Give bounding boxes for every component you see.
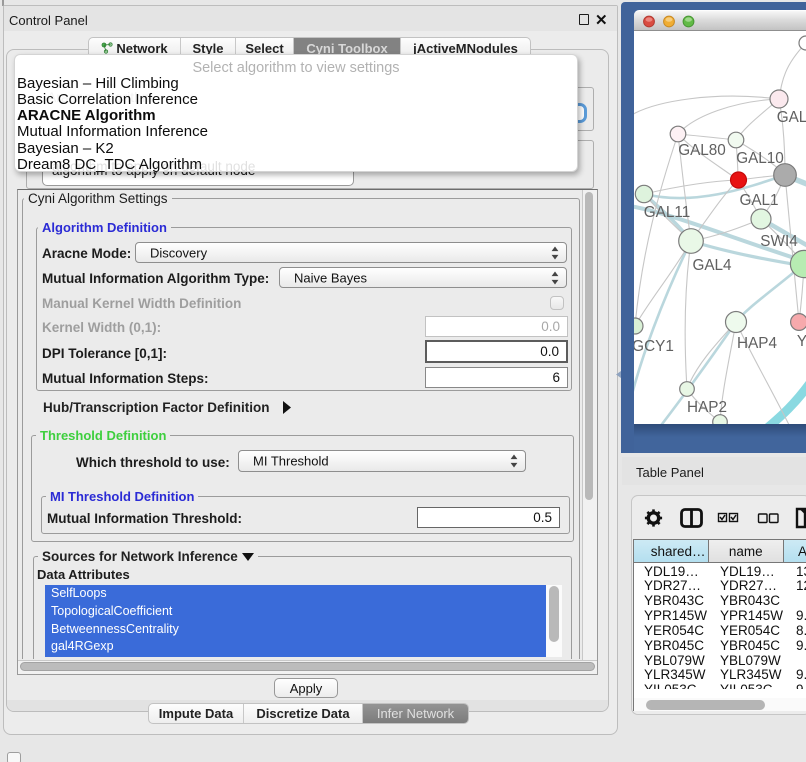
svg-text:HAP4: HAP4 xyxy=(737,335,777,352)
svg-text:GAL80: GAL80 xyxy=(678,142,726,159)
svg-text:GAL1: GAL1 xyxy=(739,192,778,209)
svg-text:GAL4: GAL4 xyxy=(692,257,732,274)
svg-text:SWI4: SWI4 xyxy=(760,233,798,250)
svg-text:Y: Y xyxy=(797,333,806,350)
svg-text:GAL: GAL xyxy=(777,109,806,126)
svg-text:GAL10: GAL10 xyxy=(736,150,784,167)
svg-text:HAP2: HAP2 xyxy=(687,399,727,416)
svg-text:GCY1: GCY1 xyxy=(634,338,674,355)
svg-text:GAL11: GAL11 xyxy=(644,204,691,221)
